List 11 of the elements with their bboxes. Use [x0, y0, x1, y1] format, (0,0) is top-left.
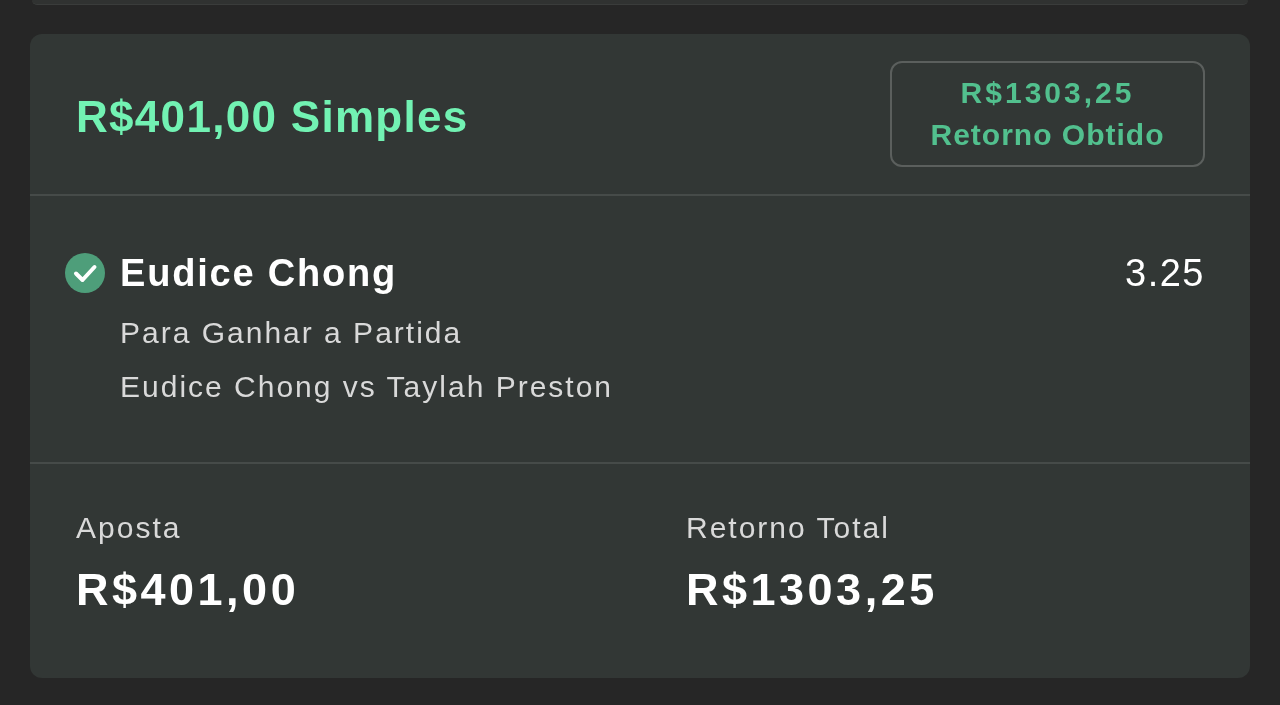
summary-value: R$1303,25 — [686, 564, 938, 616]
bet-title: R$401,00 Simples — [76, 90, 469, 143]
selection-name: Eudice Chong — [120, 251, 398, 295]
event-name: Eudice Chong vs Taylah Preston — [120, 369, 614, 405]
odds-value: 3.25 — [1125, 251, 1205, 295]
market-name: Para Ganhar a Partida — [120, 315, 463, 351]
return-label: Retorno Obtido — [930, 117, 1165, 153]
summary-label: Aposta — [76, 510, 182, 546]
summary-label: Retorno Total — [686, 510, 890, 546]
return-amount: R$1303,25 — [960, 75, 1135, 111]
summary-value: R$401,00 — [76, 564, 300, 616]
